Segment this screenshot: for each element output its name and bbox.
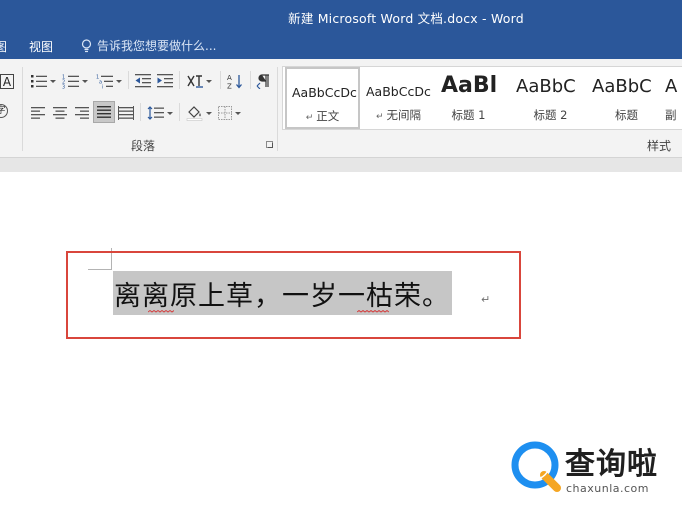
tell-me-text: 告诉我您想要做什么... — [97, 39, 217, 53]
bullets-button[interactable] — [30, 71, 56, 91]
svg-text:Z: Z — [227, 82, 232, 90]
numbered-list-icon: 1 2 3 — [62, 75, 79, 90]
borders-icon — [218, 106, 232, 120]
style-subtitle[interactable]: A 副 — [663, 67, 682, 129]
style-heading-2[interactable]: AaBbC 标题 2 — [513, 67, 588, 129]
distributed-align-icon — [118, 106, 134, 120]
bullet-list-icon — [31, 75, 47, 88]
line-spacing-button[interactable] — [147, 103, 173, 123]
align-center-icon — [53, 107, 67, 119]
styles-gallery: AaBbCcDc ↵ 正文 AaBbCcDc ↵ 无间隔 AaBl 标题 1 A… — [282, 66, 682, 130]
distributed-button[interactable] — [118, 103, 134, 123]
decrease-indent-button[interactable] — [134, 71, 152, 91]
document-gutter — [0, 158, 682, 172]
tell-me-box[interactable]: 告诉我您想要做什么... — [80, 37, 216, 54]
align-center-button[interactable] — [52, 103, 68, 123]
watermark-url: chaxunla.com — [566, 482, 649, 495]
menu-bar: 图 视图 告诉我您想要做什么... — [0, 32, 682, 59]
title-bar: 新建 Microsoft Word 文档.docx - Word — [0, 0, 682, 32]
watermark: 查询啦 chaxunla.com — [509, 436, 679, 500]
pilcrow-icon — [256, 74, 269, 89]
char-border-icon: A — [0, 73, 14, 89]
increase-indent-icon — [157, 74, 173, 88]
enclose-char-icon: 字 — [0, 104, 8, 118]
multilevel-list-button[interactable]: 1 a i — [96, 71, 122, 91]
sort-button[interactable]: A Z — [226, 71, 244, 91]
chinese-layout-button[interactable] — [186, 71, 212, 91]
shading-button[interactable] — [186, 103, 212, 123]
svg-text:3: 3 — [62, 85, 65, 90]
style-title[interactable]: AaBbC 标题 — [589, 67, 664, 129]
style-heading-1[interactable]: AaBl 标题 1 — [437, 67, 512, 129]
align-right-icon — [75, 107, 89, 119]
justify-icon — [97, 106, 111, 118]
paint-bucket-icon — [186, 106, 203, 121]
enclose-char-button[interactable]: 字 — [0, 101, 12, 121]
tab-partial[interactable]: 图 — [0, 38, 7, 55]
numbering-button[interactable]: 1 2 3 — [62, 71, 88, 91]
svg-text:i: i — [102, 85, 103, 90]
show-hide-marks-button[interactable] — [256, 71, 272, 91]
sort-az-icon: A Z — [227, 74, 242, 90]
paragraph-mark: ↵ — [481, 293, 491, 306]
multilevel-list-icon: 1 a i — [96, 75, 113, 90]
svg-text:A: A — [227, 74, 232, 82]
align-left-icon — [31, 107, 45, 119]
paragraph-dialog-launcher[interactable] — [266, 141, 273, 148]
lightbulb-icon — [81, 38, 92, 52]
window-title: 新建 Microsoft Word 文档.docx - Word — [288, 11, 524, 26]
selected-text[interactable]: 离离原上草，一岁一枯荣。 — [113, 271, 452, 315]
paragraph-group-label: 段落 — [131, 139, 156, 153]
char-border-button[interactable]: A — [0, 71, 18, 91]
spellcheck-squiggle — [357, 310, 389, 313]
decrease-indent-icon — [135, 74, 151, 88]
tab-view[interactable]: 视图 — [29, 38, 53, 55]
spellcheck-squiggle — [148, 310, 174, 313]
magnifier-logo-icon — [511, 441, 561, 492]
justify-button[interactable] — [93, 101, 115, 123]
align-left-button[interactable] — [30, 103, 46, 123]
ribbon: A 字 1 2 3 1 a i A Z 段落 AaBbCcDc ↵ 正文 AaB… — [0, 59, 682, 158]
styles-group-label: 样式 — [647, 139, 672, 153]
style-no-spacing[interactable]: AaBbCcDc ↵ 无间隔 — [361, 67, 436, 129]
borders-button[interactable] — [217, 103, 241, 123]
line-spacing-icon — [147, 106, 164, 120]
increase-indent-button[interactable] — [156, 71, 174, 91]
style-normal[interactable]: AaBbCcDc ↵ 正文 — [285, 67, 360, 129]
chinese-layout-icon — [187, 75, 203, 88]
watermark-brand: 查询啦 — [565, 447, 658, 482]
align-right-button[interactable] — [74, 103, 90, 123]
